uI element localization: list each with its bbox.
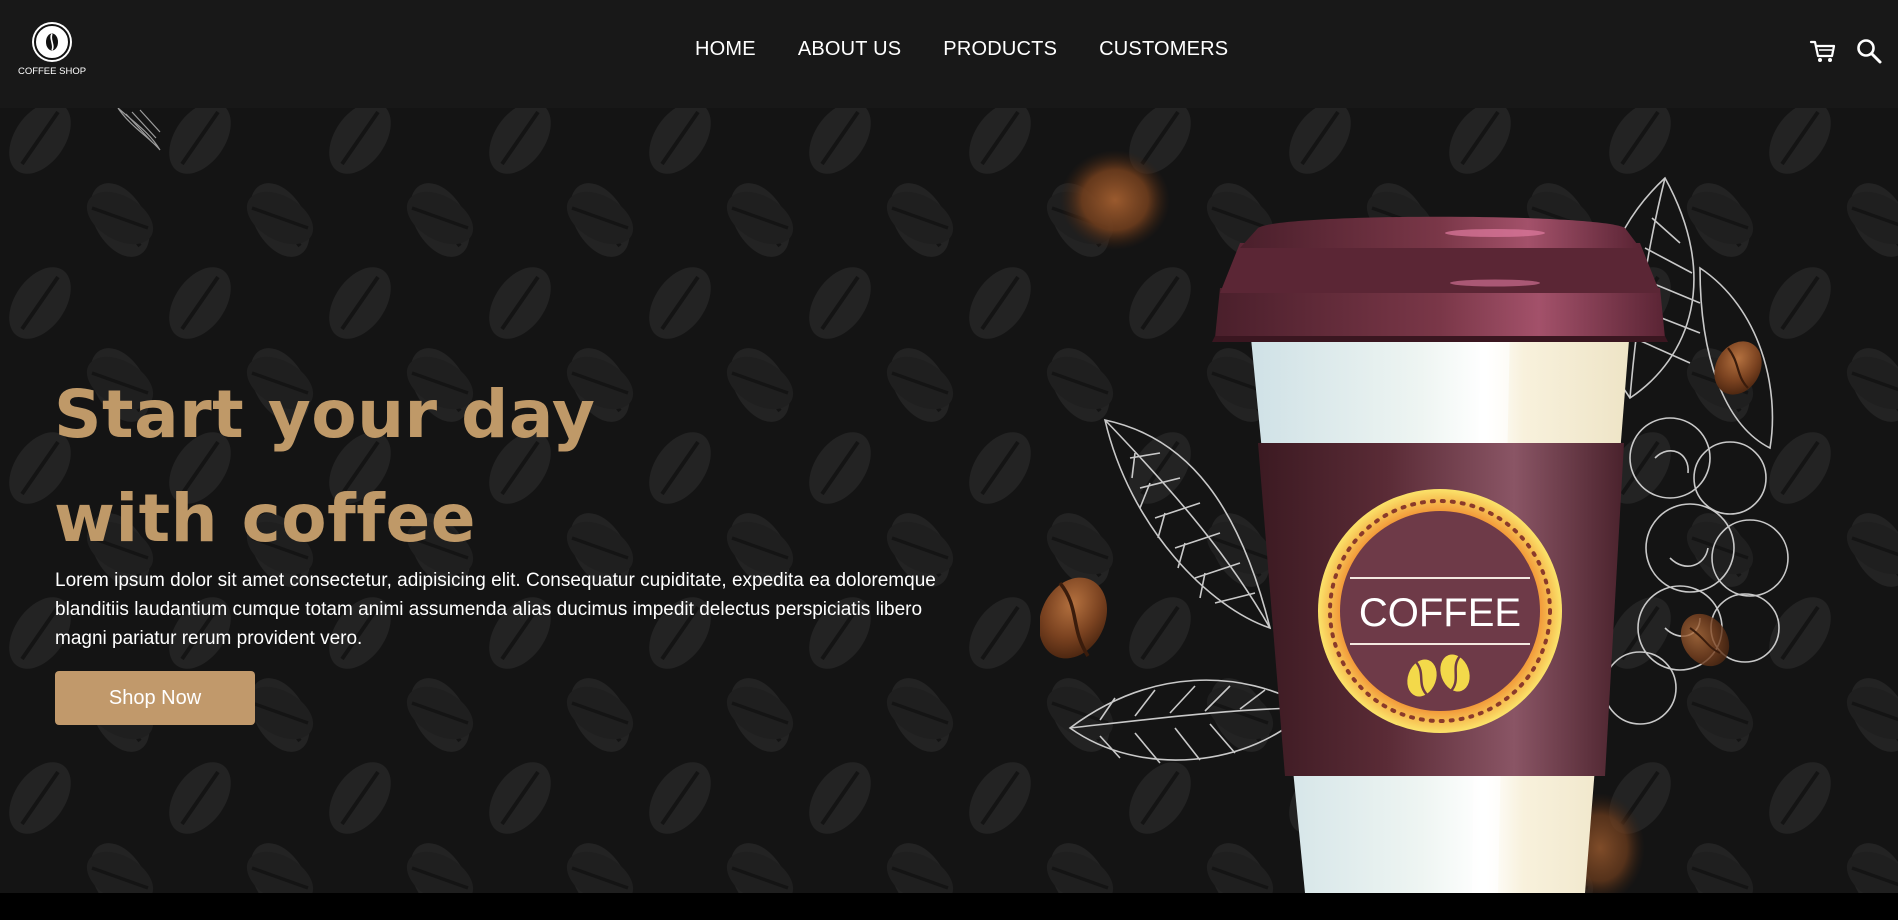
brand-name: COFFEE SHOP [17,66,87,77]
main-nav: HOME ABOUT US PRODUCTS CUSTOMERS [695,38,1228,61]
hero-headline-line1: Start your day [54,376,596,453]
nav-home-link[interactable]: HOME [695,38,756,61]
search-icon[interactable] [1854,36,1884,66]
cup-coffee-label: COFFEE [1359,591,1521,635]
top-navbar: COFFEE SHOP HOME ABOUT US PRODUCTS CUSTO… [0,0,1898,108]
coffee-cup-illustration: COFFEE [1040,150,1789,893]
nav-products-link[interactable]: PRODUCTS [943,38,1057,61]
hero-headline-line2: with coffee [54,480,477,557]
cart-icon[interactable] [1808,36,1838,66]
coffee-bean-icon [32,22,72,62]
shop-now-button[interactable]: Shop Now [55,671,255,725]
nav-customers-link[interactable]: CUSTOMERS [1099,38,1228,61]
hero-description: Lorem ipsum dolor sit amet consectetur, … [55,570,936,649]
hero-headline: Start your day with coffee [54,363,814,571]
hero-section: Start your day with coffee Lorem ipsum d… [0,108,1898,893]
bottom-strip [0,893,1898,920]
brand-logo[interactable]: COFFEE SHOP [12,22,92,77]
nav-about-link[interactable]: ABOUT US [798,38,901,61]
nav-icon-group [1808,36,1884,66]
